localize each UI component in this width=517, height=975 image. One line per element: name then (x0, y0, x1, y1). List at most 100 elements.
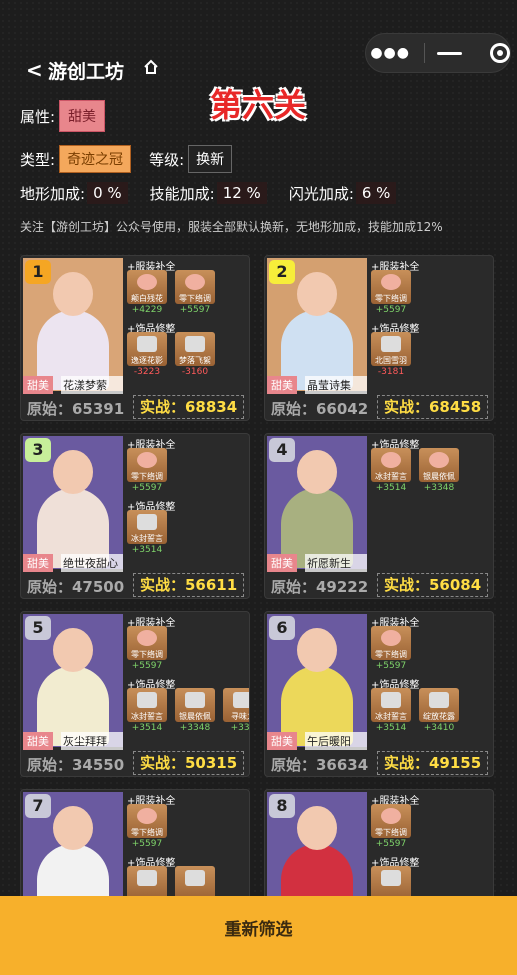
item-tile[interactable]: 零下络调 (127, 626, 167, 660)
type-tag[interactable]: 奇迹之冠 (59, 145, 132, 173)
item-label: 冰封誓言 (375, 472, 407, 481)
outfit-card[interactable]: 4 甜美 祈愿新生 +饰品修整 冰封誓言 +3514 银晨依佩 +3348 原始：49222 实战… (264, 433, 494, 599)
rank-badge: 2 (269, 260, 295, 284)
item-tile[interactable] (175, 866, 215, 900)
item-tile[interactable]: 零下络调 (371, 270, 411, 304)
terrain-label: 地形加成: (20, 184, 86, 203)
back-icon[interactable]: < (26, 58, 43, 82)
item-bonus: +3348 (423, 483, 455, 493)
item-bonus: +5597 (131, 661, 163, 671)
mini-program-capsule: ●●● (365, 33, 511, 73)
rank-badge: 1 (25, 260, 51, 284)
item-tile[interactable]: 银晨依佩 (175, 688, 215, 722)
grade-tag[interactable]: 换新 (188, 145, 233, 173)
item-label: 零下络调 (375, 828, 407, 837)
item-bonus: +330 (230, 723, 250, 733)
attr-label: 甜美 (23, 554, 53, 572)
type-label: 类型: (20, 150, 56, 169)
item-label: 绽放花露 (423, 712, 455, 721)
outfit-name: 晶莹诗集 (305, 376, 367, 394)
item-tile[interactable]: 冰封誓言 (127, 688, 167, 722)
original-score: 原始：66042 (271, 400, 369, 418)
close-icon[interactable] (490, 43, 510, 63)
item-bonus: +5597 (375, 839, 407, 849)
item-icon (381, 808, 401, 824)
attr-label: 甜美 (23, 376, 53, 394)
item-tile[interactable]: 颠白残花 (127, 270, 167, 304)
item-bonus: +3348 (179, 723, 211, 733)
item-icon (137, 630, 157, 646)
item-icon (137, 274, 157, 290)
item-tile[interactable]: 银晨依佩 (419, 448, 459, 482)
item-label: 零下络调 (131, 472, 163, 481)
item-bonus: +5597 (131, 839, 163, 849)
item-icon (185, 692, 205, 708)
item-icon (137, 336, 157, 352)
item-icon (381, 452, 401, 468)
outfit-name: 花漾梦萦 (61, 376, 123, 394)
item-tile[interactable]: 逸逐花影 (127, 332, 167, 366)
minimize-icon[interactable] (437, 51, 463, 55)
item-icon (381, 336, 401, 352)
item-tile[interactable]: 梦落飞絮 (175, 332, 215, 366)
outfit-name: 绝世夜甜心 (61, 554, 123, 572)
item-bonus: +4229 (131, 305, 163, 315)
item-label: 冰封誓言 (131, 534, 163, 543)
item-label: 逸逐花影 (131, 356, 163, 365)
item-tile[interactable]: 冰封誓言 (127, 510, 167, 544)
item-label: 颠白残花 (131, 294, 163, 303)
item-icon (185, 336, 205, 352)
item-tile[interactable]: 寻味之 (223, 688, 249, 722)
item-tile[interactable] (371, 866, 411, 900)
item-tile[interactable]: 零下络调 (371, 804, 411, 838)
item-label: 梦落飞絮 (179, 356, 211, 365)
outfit-face (53, 806, 93, 850)
bonus-row: 地形加成: 0 % 技能加成: 12 % 闪光加成: 6 % (20, 182, 397, 204)
item-tile[interactable]: 零下络调 (371, 626, 411, 660)
item-tile[interactable]: 冰封誓言 (371, 688, 411, 722)
rank-badge: 7 (25, 794, 51, 818)
original-score: 原始：36634 (271, 756, 369, 774)
actual-score: 实战：68834 (133, 395, 245, 419)
skill-value: 12 % (216, 182, 267, 204)
item-icon (185, 870, 205, 886)
item-bonus: -3160 (181, 367, 209, 377)
rank-badge: 4 (269, 438, 295, 462)
item-bonus: +3514 (131, 545, 163, 555)
flash-value: 6 % (355, 182, 397, 204)
outfit-face (297, 806, 337, 850)
attr-row: 属性: 甜美 (20, 100, 106, 132)
outfit-card[interactable]: 3 甜美 绝世夜甜心 +服装补全 零下络调 +5597 +饰品修整 冰封誓言 +3514 原始：4… (20, 433, 250, 599)
item-tile[interactable] (127, 866, 167, 900)
item-bonus: +3514 (375, 723, 407, 733)
item-label: 零下络调 (179, 294, 211, 303)
attr-tag[interactable]: 甜美 (59, 100, 106, 132)
outfit-face (53, 450, 93, 494)
outfit-card[interactable]: 1 甜美 花漾梦萦 +服装补全 颠白残花 +4229 零下络调 +5597 +饰品修整 逸逐花影 -… (20, 255, 250, 421)
home-icon[interactable] (143, 59, 159, 75)
item-tile[interactable]: 绽放花露 (419, 688, 459, 722)
item-tile[interactable]: 零下络调 (127, 804, 167, 838)
more-icon[interactable]: ●●● (366, 45, 414, 61)
item-icon (137, 808, 157, 824)
rank-badge: 8 (269, 794, 295, 818)
item-tile[interactable]: 北国雪羽 (371, 332, 411, 366)
item-tile[interactable]: 零下络调 (127, 448, 167, 482)
outfit-name: 祈愿新生 (305, 554, 367, 572)
original-score: 原始：47500 (27, 578, 125, 596)
outfit-face (297, 450, 337, 494)
item-bonus: +5597 (375, 661, 407, 671)
item-tile[interactable]: 零下络调 (175, 270, 215, 304)
attr-label: 甜美 (23, 732, 53, 750)
outfit-card[interactable]: 2 甜美 晶莹诗集 +服装补全 零下络调 +5597 +饰品修整 北国雪羽 -3181 原始：66… (264, 255, 494, 421)
item-label: 冰封誓言 (131, 712, 163, 721)
item-icon (233, 692, 249, 708)
refilter-button[interactable]: 重新筛选 (0, 896, 517, 975)
original-score: 原始：49222 (271, 578, 369, 596)
item-label: 寻味之 (231, 712, 249, 721)
capsule-divider (424, 43, 426, 63)
item-tile[interactable]: 冰封誓言 (371, 448, 411, 482)
outfit-card[interactable]: 5 甜美 灰尘拜拜 +服装补全 零下络调 +5597 +饰品修整 冰封誓言 +3514 银晨依佩 +… (20, 611, 250, 777)
outfit-card[interactable]: 6 甜美 午后暖阳 +服装补全 零下络调 +5597 +饰品修整 冰封誓言 +3514 绽放花露 +… (264, 611, 494, 777)
attr-label: 甜美 (267, 732, 297, 750)
